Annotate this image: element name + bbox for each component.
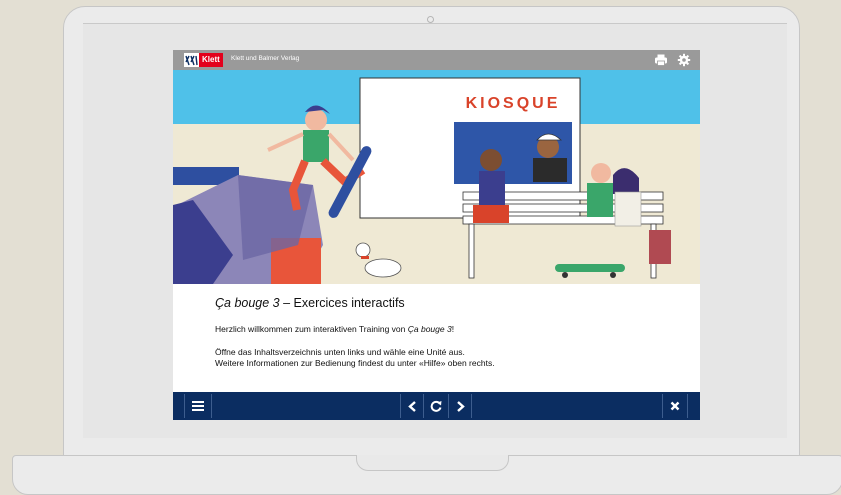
reload-button[interactable]	[424, 394, 448, 418]
instruction-line-1: Öffne das Inhaltsverzeichnis unten links…	[215, 347, 465, 357]
chevron-left-icon	[407, 400, 417, 412]
menu-icon	[192, 401, 204, 411]
intro-content: Ça bouge 3 – Exercices interactifs Herzl…	[215, 296, 685, 368]
kiosk-sign: KIOSQUE	[466, 95, 561, 112]
chevron-right-icon	[456, 400, 465, 412]
separator	[211, 394, 212, 418]
welcome-book-name: Ça bouge 3	[407, 324, 452, 334]
instruction-line-2: Weitere Informationen zur Bedienung find…	[215, 358, 495, 368]
welcome-pre: Herzlich willkommen zum interaktiven Tra…	[215, 324, 408, 334]
laptop-camera	[427, 16, 434, 23]
close-icon	[670, 401, 680, 411]
previous-button[interactable]	[401, 394, 423, 418]
top-bar: Klett Klett und Balmer Verlag	[173, 50, 700, 70]
klett-logo[interactable]: Klett	[184, 53, 223, 67]
close-button[interactable]	[663, 394, 687, 418]
separator	[687, 394, 688, 418]
print-icon[interactable]	[654, 53, 668, 67]
klett-logo-text: Klett	[199, 53, 223, 67]
next-button[interactable]	[449, 394, 471, 418]
title-suffix: – Exercices interactifs	[279, 296, 405, 310]
title-book-name: Ça bouge 3	[215, 296, 280, 310]
menu-button[interactable]	[185, 394, 211, 418]
welcome-text: Herzlich willkommen zum interaktiven Tra…	[215, 324, 454, 334]
klett-logo-mark	[184, 53, 199, 67]
gear-icon[interactable]	[677, 53, 691, 67]
bottom-toolbar	[173, 392, 700, 420]
laptop-notch	[356, 455, 509, 471]
welcome-post: !	[451, 324, 455, 334]
publisher-name: Klett und Balmer Verlag	[231, 55, 300, 62]
app-window: Klett Klett und Balmer Verlag KIOSQUE Ça…	[173, 50, 700, 420]
reload-icon	[430, 400, 442, 412]
separator	[471, 394, 472, 418]
page-title: Ça bouge 3 – Exercices interactifs	[215, 296, 685, 310]
hero-illustration: KIOSQUE	[173, 70, 700, 284]
